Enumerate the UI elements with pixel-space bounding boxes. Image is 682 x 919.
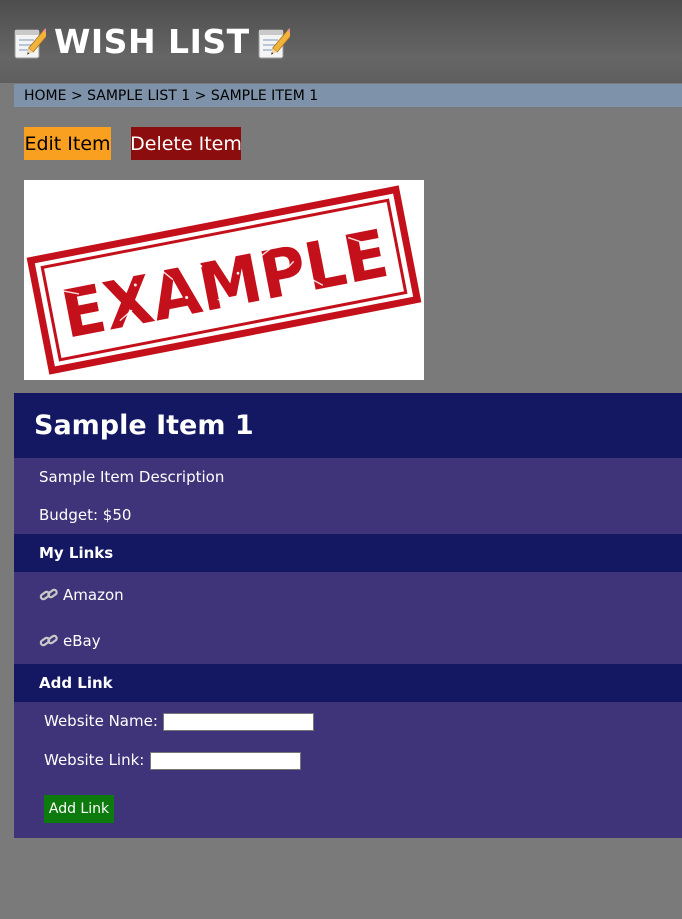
item-title-bar: Sample Item 1: [14, 393, 682, 458]
link-label[interactable]: eBay: [63, 632, 101, 650]
site-title-text: WISH LIST: [54, 22, 250, 61]
add-link-title: Add Link: [39, 674, 113, 692]
stamp-text: EXAMPLE: [56, 215, 395, 354]
website-link-label: Website Link:: [44, 751, 145, 769]
website-link-input[interactable]: [150, 752, 301, 770]
item-image: EXAMPLE: [24, 180, 424, 380]
link-icon: [39, 586, 59, 604]
link-ebay[interactable]: eBay: [39, 632, 101, 650]
item-budget: Budget: $50: [39, 506, 132, 524]
memo-icon: [258, 26, 294, 60]
link-amazon[interactable]: Amazon: [39, 586, 124, 604]
breadcrumb: HOME > SAMPLE LIST 1 > SAMPLE ITEM 1: [14, 84, 682, 107]
item-panel: Sample Item 1 Sample Item Description Bu…: [14, 393, 682, 838]
breadcrumb-item[interactable]: SAMPLE ITEM 1: [211, 88, 318, 104]
add-link-header: Add Link: [14, 664, 682, 702]
item-title: Sample Item 1: [34, 410, 254, 441]
item-description: Sample Item Description: [39, 468, 225, 486]
breadcrumb-separator: >: [70, 87, 83, 104]
breadcrumb-home[interactable]: HOME: [24, 88, 66, 104]
breadcrumb-trail: HOME > SAMPLE LIST 1 > SAMPLE ITEM 1: [24, 88, 318, 104]
link-label[interactable]: Amazon: [63, 586, 124, 604]
breadcrumb-list[interactable]: SAMPLE LIST 1: [87, 88, 190, 104]
delete-item-button[interactable]: Delete Item: [130, 127, 242, 160]
website-name-label: Website Name:: [44, 712, 158, 730]
breadcrumb-separator: >: [194, 87, 207, 104]
add-link-button[interactable]: Add Link: [44, 795, 114, 823]
memo-icon: [14, 26, 50, 60]
my-links-title: My Links: [39, 544, 114, 562]
website-name-input[interactable]: [163, 713, 314, 731]
site-header: WISH LIST: [0, 0, 682, 83]
site-title: WISH LIST: [14, 22, 294, 61]
my-links-header: My Links: [14, 534, 682, 572]
link-icon: [39, 632, 59, 650]
edit-item-button[interactable]: Edit Item: [24, 127, 111, 160]
